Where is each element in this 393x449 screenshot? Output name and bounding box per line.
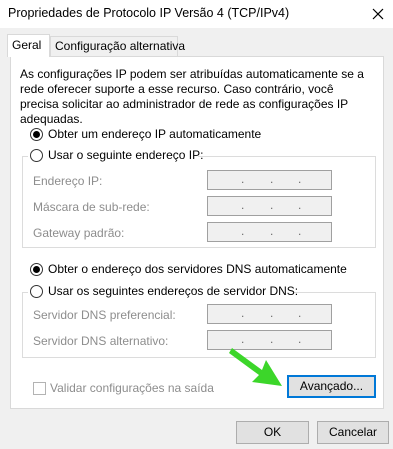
close-icon: [372, 8, 384, 20]
preferred-dns-label: Servidor DNS preferencial:: [33, 308, 176, 322]
gateway-label: Gateway padrão:: [33, 226, 125, 240]
alternate-dns-label: Servidor DNS alternativo:: [33, 334, 169, 348]
radio-ip-auto[interactable]: [30, 128, 43, 141]
validate-label: Validar configurações na saída: [50, 381, 214, 395]
cancel-button[interactable]: Cancelar: [317, 421, 389, 444]
subnet-mask-label: Máscara de sub-rede:: [33, 200, 150, 214]
description-text: As configurações IP podem ser atribuídas…: [20, 67, 364, 126]
tab-geral[interactable]: Geral: [7, 34, 50, 57]
ip-manual-label: Usar o seguinte endereço IP:: [48, 148, 204, 162]
title-bar: Propriedades de Protocolo IP Versão 4 (T…: [0, 0, 393, 28]
radio-ip-manual[interactable]: [30, 149, 43, 162]
ok-button[interactable]: OK: [236, 421, 309, 444]
tab-configuracao-alternativa[interactable]: Configuração alternativa: [50, 36, 185, 56]
tab-alt-label: Configuração alternativa: [55, 39, 186, 53]
ip-address-field[interactable]: ...: [207, 170, 332, 190]
window-title: Propriedades de Protocolo IP Versão 4 (T…: [8, 6, 290, 20]
close-button[interactable]: [363, 0, 393, 28]
green-arrow-icon: [229, 348, 282, 386]
dns-manual-label: Usar os seguintes endereços de servidor …: [48, 284, 299, 298]
ip-auto-label: Obter um endereço IP automaticamente: [48, 127, 262, 141]
gateway-field[interactable]: ...: [207, 222, 332, 242]
ip-address-label: Endereço IP:: [33, 174, 103, 188]
tab-geral-label: Geral: [12, 38, 42, 52]
preferred-dns-field[interactable]: ...: [207, 304, 332, 324]
subnet-mask-field[interactable]: ...: [207, 196, 332, 216]
radio-dns-manual[interactable]: [30, 285, 43, 298]
advanced-button[interactable]: Avançado...: [287, 375, 376, 398]
dns-auto-label: Obter o endereço dos servidores DNS auto…: [48, 262, 347, 276]
validate-checkbox[interactable]: [33, 382, 46, 395]
radio-dns-auto[interactable]: [30, 263, 43, 276]
